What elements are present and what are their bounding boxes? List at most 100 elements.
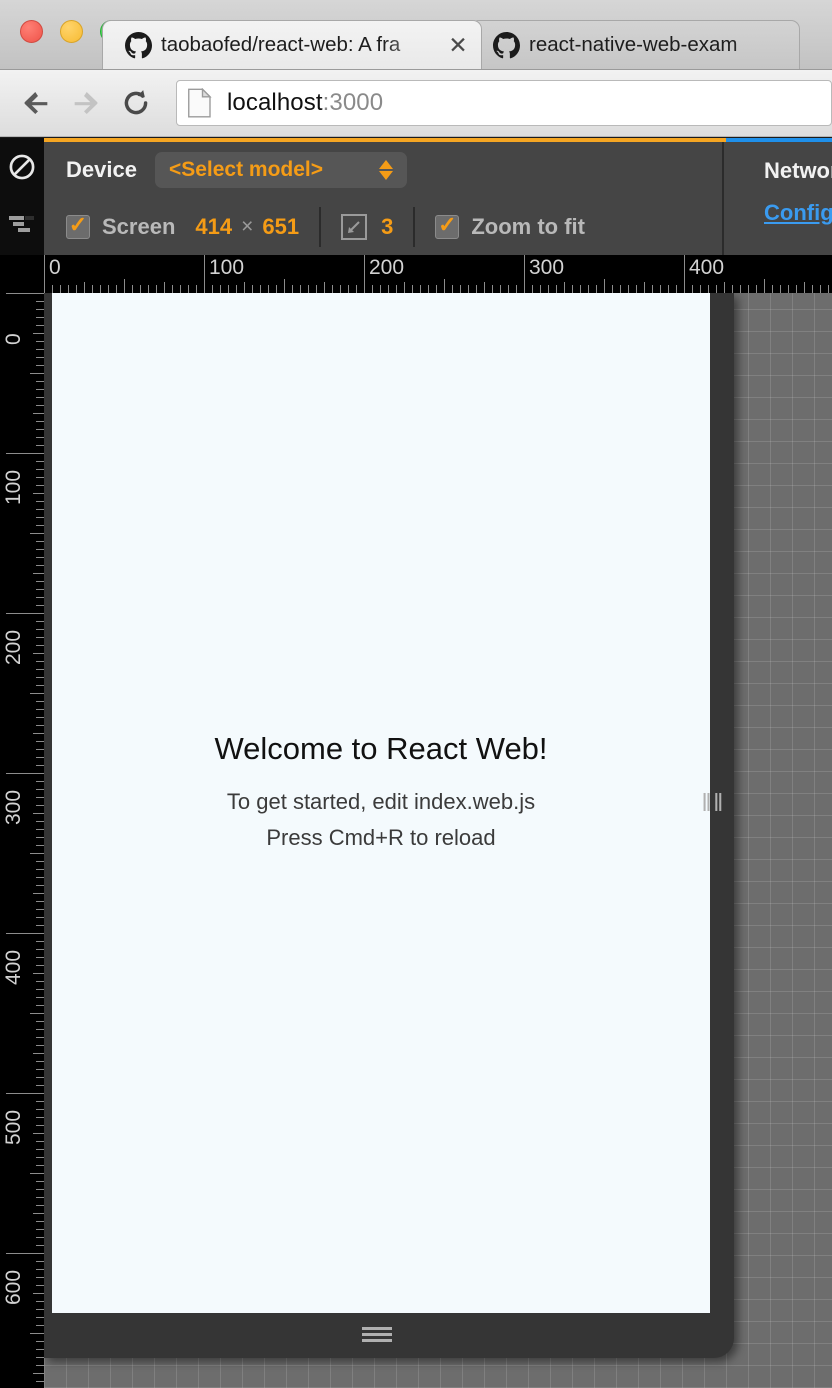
ruler-tick [580, 285, 581, 293]
ruler-tick [36, 749, 44, 750]
ruler-tick [36, 917, 44, 918]
devtools-icon-rail [0, 138, 44, 255]
github-icon [125, 31, 152, 59]
ruler-tick [516, 285, 517, 293]
ruler-tick [772, 285, 773, 293]
zoom-to-fit-checkbox[interactable]: ✓ [435, 213, 460, 239]
close-icon[interactable]: ✕ [445, 32, 471, 58]
ruler-label: 300 [529, 256, 565, 279]
ruler-tick [36, 1325, 44, 1326]
document-icon [187, 88, 213, 118]
screen-checkbox[interactable]: ✓ [66, 211, 90, 239]
ruler-tick [548, 285, 549, 293]
ruler-tick [428, 285, 429, 293]
ruler-tick [604, 279, 605, 293]
ruler-tick [508, 285, 509, 293]
ruler-tick [700, 285, 701, 293]
navigation-toolbar: localhost:3000 [0, 70, 832, 137]
ruler-tick [172, 285, 173, 293]
ruler-tick [36, 877, 44, 878]
ruler-tick [212, 285, 213, 293]
screen-width-input[interactable]: 414 [195, 214, 232, 240]
ruler-tick [36, 861, 44, 862]
ruler-tick [484, 282, 485, 293]
ruler-tick [260, 285, 261, 293]
ruler-tick [36, 1029, 44, 1030]
ruler-tick [292, 285, 293, 293]
ruler-tick [36, 557, 44, 558]
width-resize-handle[interactable]: ‖‖ [701, 791, 725, 816]
ruler-tick [756, 285, 757, 293]
device-metrics-row: ✓ Screen 414 × 651 3 ✓ Zoom to fit [44, 198, 722, 255]
reload-icon [124, 90, 148, 115]
device-pixel-ratio-input[interactable]: 3 [381, 214, 393, 240]
ruler-tick [492, 285, 493, 293]
ruler-tick [36, 989, 44, 990]
screen-height-input[interactable]: 651 [262, 214, 299, 240]
ruler-tick [36, 461, 44, 462]
ruler-tick [30, 1333, 44, 1334]
close-window-button[interactable] [20, 20, 43, 43]
ruler-tick [556, 285, 557, 293]
ruler-tick [788, 285, 789, 293]
forward-button[interactable] [64, 81, 108, 125]
ruler-tick [36, 725, 44, 726]
ruler-tick [36, 445, 44, 446]
height-resize-handle[interactable] [44, 1324, 710, 1345]
browser-tab-1[interactable]: taobaofed/react-web: A fra ✕ [102, 20, 482, 69]
back-button[interactable] [14, 81, 58, 125]
ruler-tick [36, 1045, 44, 1046]
device-viewport[interactable]: Welcome to React Web! To get started, ed… [52, 293, 710, 1313]
device-frame: Welcome to React Web! To get started, ed… [44, 293, 734, 1358]
ruler-tick [33, 813, 44, 814]
ruler-tick [36, 389, 44, 390]
ruler-tick [100, 285, 101, 293]
ruler-tick [36, 605, 44, 606]
ruler-label: 0 [49, 256, 61, 279]
ruler-tick [332, 285, 333, 293]
ruler-tick [300, 285, 301, 293]
ruler-tick [652, 285, 653, 293]
device-model-select[interactable]: <Select model> [154, 152, 407, 188]
no-entry-icon[interactable] [0, 138, 44, 196]
ruler-tick [36, 1205, 44, 1206]
ruler-tick [6, 1093, 44, 1094]
ruler-tick [748, 285, 749, 293]
ruler-corner [0, 255, 44, 293]
ruler-tick [348, 285, 349, 293]
ruler-tick [36, 869, 44, 870]
ruler-tick [828, 285, 829, 293]
ruler-tick [36, 1037, 44, 1038]
reload-button[interactable] [114, 81, 158, 125]
ruler-label: 300 [2, 789, 25, 825]
ruler-tick [36, 1125, 44, 1126]
browser-tab-2[interactable]: react-native-web-exam [470, 20, 800, 69]
divider [413, 206, 416, 247]
ruler-tick [436, 285, 437, 293]
network-throttle-icon[interactable] [0, 196, 44, 254]
ruler-tick [36, 1309, 44, 1310]
ruler-tick [116, 285, 117, 293]
ruler-tick [420, 285, 421, 293]
ruler-tick [36, 765, 44, 766]
ruler-tick [36, 1285, 44, 1286]
address-bar[interactable]: localhost:3000 [176, 80, 832, 126]
ruler-tick [36, 357, 44, 358]
ruler-tick [708, 285, 709, 293]
network-configure-link[interactable]: Configu [764, 200, 832, 226]
check-icon: ✓ [68, 211, 88, 237]
ruler-tick [36, 885, 44, 886]
ruler-tick [36, 597, 44, 598]
ruler-tick [388, 285, 389, 293]
ruler-tick [108, 285, 109, 293]
ruler-label: 600 [2, 1269, 25, 1305]
ruler-tick [36, 1269, 44, 1270]
ruler-tick [684, 255, 685, 293]
ruler-tick [36, 429, 44, 430]
ruler-tick [460, 285, 461, 293]
ruler-tick [36, 517, 44, 518]
ruler-tick [30, 853, 44, 854]
minimize-window-button[interactable] [60, 20, 83, 43]
ruler-tick [308, 285, 309, 293]
page-line-1: To get started, edit index.web.js [226, 789, 536, 814]
